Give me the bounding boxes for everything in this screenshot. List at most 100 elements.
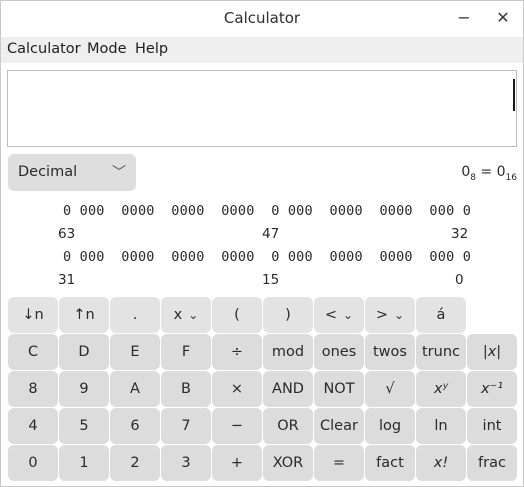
key-gap-sparkle: ✦ [462, 439, 470, 449]
shift-right-menu-button[interactable]: > ⌄ [365, 297, 415, 333]
key-3[interactable]: 3 [161, 445, 211, 481]
equals-sign: = [475, 164, 497, 180]
chevron-down-icon: ⌄ [188, 308, 199, 322]
key-b[interactable]: B [161, 371, 211, 407]
bit-label-15: 15 [262, 272, 280, 288]
key-8[interactable]: 8 [8, 371, 58, 407]
base-conversion-readout: 08 = 016 [461, 164, 517, 183]
shift-down-button[interactable]: ↓n [8, 297, 58, 333]
key-gap-sparkle: ✦ [207, 402, 215, 412]
key-gap-sparkle: ✦ [462, 365, 470, 375]
key-gap-sparkle: ✦ [156, 402, 164, 412]
key-6[interactable]: 6 [110, 408, 160, 444]
menu-help[interactable]: Help [135, 41, 168, 57]
equals-button[interactable]: = [314, 445, 364, 481]
key-gap-sparkle: ✦ [411, 328, 419, 338]
reciprocal-button[interactable]: x⁻¹ [467, 371, 517, 407]
key-gap-sparkle: ✦ [360, 402, 368, 412]
decimal-point-button[interactable]: . [110, 297, 160, 333]
key-gap-sparkle: ✦ [207, 439, 215, 449]
key-gap-sparkle: ✦ [54, 402, 62, 412]
mod-button[interactable]: mod [263, 334, 313, 370]
key-gap-sparkle: ✦ [258, 402, 266, 412]
key-2[interactable]: 2 [110, 445, 160, 481]
key-gap-sparkle: ✦ [54, 365, 62, 375]
bit-label-0: 0 [455, 272, 464, 288]
key-gap-sparkle: ✦ [105, 328, 113, 338]
xor-button[interactable]: XOR [263, 445, 313, 481]
close-paren-button[interactable]: ) [263, 297, 313, 333]
key-gap-sparkle: ✦ [54, 328, 62, 338]
key-gap-sparkle: ✦ [105, 365, 113, 375]
menu-calculator[interactable]: Calculator [7, 41, 81, 57]
close-button[interactable]: ✕ [490, 7, 516, 29]
not-button[interactable]: NOT [314, 371, 364, 407]
and-button[interactable]: AND [263, 371, 313, 407]
bit-label-63: 63 [58, 226, 76, 242]
key-gap-sparkle: ✦ [156, 328, 164, 338]
open-paren-button[interactable]: ( [212, 297, 262, 333]
trunc-button[interactable]: trunc [416, 334, 466, 370]
key-e[interactable]: E [110, 334, 160, 370]
ln-button[interactable]: ln [416, 408, 466, 444]
hex-base: 16 [505, 172, 517, 183]
divide-button[interactable]: ÷ [212, 334, 262, 370]
clear-button[interactable]: Clear [314, 408, 364, 444]
int-button[interactable]: int [467, 408, 517, 444]
key-gap-sparkle: ✦ [462, 402, 470, 412]
bit-row-high[interactable]: 0 000 0000 0000 0000 0 000 0000 0000 000… [63, 203, 471, 219]
number-base-selected: Decimal [18, 164, 78, 180]
octal-value: 0 [461, 164, 471, 180]
bit-label-47: 47 [262, 226, 280, 242]
ones-complement-button[interactable]: ones [314, 334, 364, 370]
key-gap-sparkle: ✦ [156, 439, 164, 449]
window-title: Calculator [223, 9, 301, 27]
key-7[interactable]: 7 [161, 408, 211, 444]
log-button[interactable]: log [365, 408, 415, 444]
shift-up-button[interactable]: ↑n [59, 297, 109, 333]
or-button[interactable]: OR [263, 408, 313, 444]
key-gap-sparkle: ✦ [411, 402, 419, 412]
fact-button[interactable]: fact [365, 445, 415, 481]
display-input[interactable] [7, 70, 517, 147]
number-base-dropdown[interactable]: Decimal ﹀ [8, 154, 136, 191]
key-gap-sparkle: ✦ [105, 402, 113, 412]
key-0[interactable]: 0 [8, 445, 58, 481]
key-gap-sparkle: ✦ [411, 365, 419, 375]
key-9[interactable]: 9 [59, 371, 109, 407]
key-gap-sparkle: ✦ [258, 328, 266, 338]
shift-left-label: < [324, 307, 338, 323]
key-c[interactable]: C [8, 334, 58, 370]
calculator-window: Calculator − ✕ Calculator Mode Help Deci… [0, 0, 524, 487]
abs-button[interactable]: |x| [467, 334, 517, 370]
twos-complement-button[interactable]: twos [365, 334, 415, 370]
factorial-button[interactable]: x! [416, 445, 466, 481]
shift-left-menu-button[interactable]: < ⌄ [314, 297, 364, 333]
key-gap-sparkle: ✦ [309, 402, 317, 412]
frac-button[interactable]: frac [467, 445, 517, 481]
minimize-button[interactable]: − [451, 7, 477, 29]
power-button[interactable]: xʸ [416, 371, 466, 407]
key-gap-sparkle: ✦ [309, 365, 317, 375]
multiply-button[interactable]: × [212, 371, 262, 407]
x-menu-button[interactable]: x ⌄ [161, 297, 211, 333]
menu-mode[interactable]: Mode [87, 41, 127, 57]
chevron-down-icon: ﹀ [112, 165, 126, 181]
key-gap-sparkle: ✦ [309, 439, 317, 449]
key-a[interactable]: A [110, 371, 160, 407]
add-button[interactable]: + [212, 445, 262, 481]
bit-row-low[interactable]: 0 000 0000 0000 0000 0 000 0000 0000 000… [63, 249, 471, 265]
character-button[interactable]: á [416, 297, 466, 333]
subtract-button[interactable]: − [212, 408, 262, 444]
key-gap-sparkle: ✦ [258, 365, 266, 375]
key-5[interactable]: 5 [59, 408, 109, 444]
x-menu-label: x [173, 307, 183, 323]
key-1[interactable]: 1 [59, 445, 109, 481]
key-f[interactable]: F [161, 334, 211, 370]
menu-bar: Calculator Mode Help [1, 37, 523, 63]
key-d[interactable]: D [59, 334, 109, 370]
key-gap-sparkle: ✦ [156, 365, 164, 375]
key-4[interactable]: 4 [8, 408, 58, 444]
bit-label-32: 32 [451, 226, 469, 242]
square-root-button[interactable]: √ [365, 371, 415, 407]
